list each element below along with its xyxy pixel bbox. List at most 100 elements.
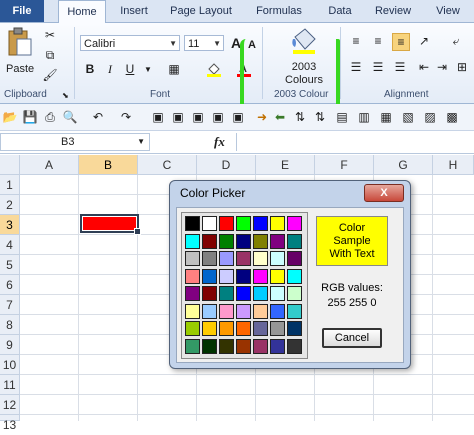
undo-icon[interactable]: ↶ — [90, 109, 106, 125]
merge-center-icon[interactable]: ⊞ — [454, 59, 470, 75]
color-swatch[interactable] — [219, 233, 234, 249]
toolbar-icon[interactable]: ▣ — [230, 109, 246, 125]
column-header-f[interactable]: F — [315, 155, 374, 175]
color-swatch[interactable] — [287, 216, 302, 231]
copy-icon[interactable]: ⧉ — [42, 47, 58, 63]
arrow-left-icon[interactable]: ⬅ — [272, 109, 288, 125]
color-swatch[interactable] — [253, 286, 268, 301]
color-swatch[interactable] — [202, 303, 217, 319]
toolbar-icon[interactable]: ▥ — [356, 109, 372, 125]
row-header[interactable]: 8 — [0, 315, 20, 335]
color-swatch[interactable] — [219, 286, 234, 301]
color-swatch[interactable] — [219, 216, 234, 231]
toolbar-icon[interactable]: ▨ — [422, 109, 438, 125]
font-name-select[interactable]: Calibri ▼ — [80, 35, 180, 51]
formula-input[interactable] — [236, 133, 473, 151]
color-swatch[interactable] — [287, 338, 302, 354]
color-swatch[interactable] — [253, 303, 268, 319]
align-right-icon[interactable]: ☰ — [392, 59, 408, 75]
open-folder-icon[interactable]: 📂 — [2, 109, 18, 125]
name-box[interactable]: B3 ▼ — [0, 133, 150, 151]
color-swatch[interactable] — [219, 321, 234, 336]
row-header[interactable]: 13 — [0, 415, 20, 432]
column-header-e[interactable]: E — [256, 155, 315, 175]
toolbar-icon[interactable]: ▧ — [400, 109, 416, 125]
color-swatch[interactable] — [202, 268, 217, 284]
toolbar-icon[interactable]: ▣ — [150, 109, 166, 125]
italic-button[interactable]: I — [102, 61, 118, 77]
color-swatch[interactable] — [253, 268, 268, 284]
color-swatch[interactable] — [219, 268, 234, 284]
color-swatch[interactable] — [270, 338, 285, 354]
selected-cell-b3[interactable] — [80, 214, 141, 235]
color-swatch[interactable] — [287, 303, 302, 319]
color-swatch[interactable] — [236, 251, 251, 266]
color-swatch[interactable] — [287, 233, 302, 249]
color-swatch[interactable] — [219, 303, 234, 319]
color-swatch[interactable] — [253, 321, 268, 336]
orientation-icon[interactable]: ↗ — [416, 33, 432, 49]
color-swatch[interactable] — [202, 251, 217, 266]
column-header-b[interactable]: B — [79, 155, 138, 175]
color-swatch[interactable] — [253, 216, 268, 231]
color-swatch[interactable] — [202, 286, 217, 301]
align-top-icon[interactable]: ≡ — [348, 33, 364, 49]
preview-icon[interactable]: 🔍 — [62, 109, 78, 125]
paste-button[interactable]: Paste — [4, 27, 36, 79]
toolbar-icon[interactable]: ▩ — [444, 109, 460, 125]
fx-icon[interactable]: fx — [214, 134, 225, 150]
color-swatch[interactable] — [185, 338, 200, 354]
color-swatch[interactable] — [287, 251, 302, 266]
row-header[interactable]: 2 — [0, 195, 20, 215]
color-swatch[interactable] — [287, 268, 302, 284]
color-swatch[interactable] — [219, 251, 234, 266]
underline-button[interactable]: U — [122, 61, 138, 77]
row-header[interactable]: 4 — [0, 235, 20, 255]
save-icon[interactable]: 💾 — [22, 109, 38, 125]
font-size-select[interactable]: 11 ▼ — [184, 35, 224, 51]
sort-icon[interactable]: ⇅ — [292, 109, 308, 125]
align-middle-icon[interactable]: ≡ — [370, 33, 386, 49]
row-header[interactable]: 5 — [0, 255, 20, 275]
cut-icon[interactable]: ✂ — [42, 27, 58, 43]
color-swatch[interactable] — [185, 286, 200, 301]
tab-review[interactable]: Review — [370, 0, 416, 22]
column-header-g[interactable]: G — [374, 155, 433, 175]
color-swatch[interactable] — [236, 338, 251, 354]
toolbar-icon[interactable]: ▣ — [210, 109, 226, 125]
color-swatch[interactable] — [202, 216, 217, 231]
row-header[interactable]: 12 — [0, 395, 20, 415]
color-swatch[interactable] — [236, 286, 251, 301]
align-center-icon[interactable]: ☰ — [370, 59, 386, 75]
increase-indent-icon[interactable]: ⇥ — [434, 59, 450, 75]
wrap-text-icon[interactable]: ⤶ — [448, 33, 464, 49]
color-swatch[interactable] — [219, 338, 234, 354]
color-swatch[interactable] — [236, 216, 251, 231]
fill-color-icon[interactable] — [206, 61, 222, 77]
redo-icon[interactable]: ↷ — [118, 109, 134, 125]
color-swatch[interactable] — [185, 268, 200, 284]
fill-handle[interactable] — [134, 228, 141, 235]
color-swatch[interactable] — [270, 251, 285, 266]
color-swatch[interactable] — [270, 233, 285, 249]
row-header[interactable]: 11 — [0, 375, 20, 395]
color-swatch[interactable] — [270, 303, 285, 319]
color-swatch[interactable] — [270, 321, 285, 336]
borders-icon[interactable]: ▦ — [166, 61, 182, 77]
color-swatch[interactable] — [202, 233, 217, 249]
color-swatch[interactable] — [270, 268, 285, 284]
color-swatch[interactable] — [185, 233, 200, 249]
row-header[interactable]: 9 — [0, 335, 20, 355]
color-swatch[interactable] — [185, 251, 200, 266]
toolbar-icon[interactable]: ▤ — [334, 109, 350, 125]
color-swatch[interactable] — [185, 321, 200, 336]
toolbar-icon[interactable]: ▣ — [170, 109, 186, 125]
color-swatch[interactable] — [253, 338, 268, 354]
row-header[interactable]: 1 — [0, 175, 20, 195]
color-swatch[interactable] — [270, 216, 285, 231]
column-header-c[interactable]: C — [138, 155, 197, 175]
row-header[interactable]: 7 — [0, 295, 20, 315]
tab-insert[interactable]: Insert — [112, 0, 156, 22]
decrease-indent-icon[interactable]: ⇤ — [416, 59, 432, 75]
color-swatch[interactable] — [270, 286, 285, 301]
